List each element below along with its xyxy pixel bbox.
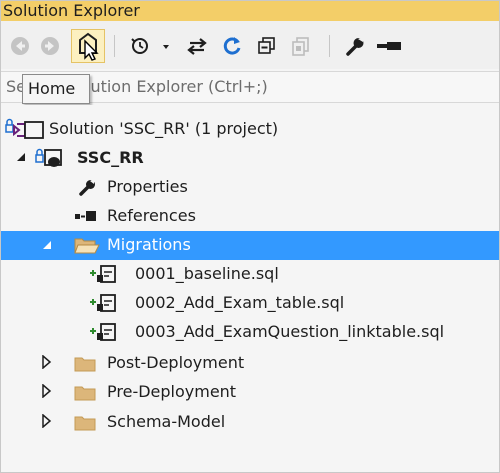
collapsed-arrow-icon[interactable] [41,355,53,369]
collapsed-arrow-icon[interactable] [41,414,53,428]
forward-button[interactable] [37,33,63,59]
collapsed-arrow-icon[interactable] [41,384,53,398]
properties-button[interactable] [342,33,368,59]
show-all-files-icon [292,37,309,56]
tree-item-file[interactable]: 0002_Add_Exam_table.sql [1,289,499,318]
open-folder-icon [74,238,100,254]
tree-item-references[interactable]: References [1,202,499,231]
sql-file-added-icon [90,323,116,341]
tree-item-label: 0003_Add_ExamQuestion_linktable.sql [135,322,445,341]
folder-icon [74,416,96,431]
preview-selected-items-button[interactable] [374,33,404,59]
tree-item-label: Post-Deployment [107,353,245,372]
sql-file-added-icon [90,265,116,283]
folder-icon [74,357,96,372]
tree-item-label: Solution 'SSC_RR' (1 project) [49,119,279,138]
solution-icon [5,118,44,139]
tree-item-project[interactable]: SSC_RR [1,144,499,173]
panel-title-bar[interactable]: Solution Explorer [1,1,499,21]
toolbar-separator [329,35,330,57]
folder-icon [74,386,96,401]
tree-item-label: Schema-Model [107,412,226,431]
panel-title: Solution Explorer [3,1,140,20]
tree-item-label: References [107,206,196,225]
database-project-icon [35,148,62,167]
collapse-all-icon [258,37,275,54]
preview-icon [377,42,401,50]
tree-item-label: 0001_baseline.sql [135,264,279,283]
home-button[interactable] [71,29,105,63]
tree-item-label: Properties [107,177,188,196]
tree-item-label: 0002_Add_Exam_table.sql [135,293,345,312]
toolbar [1,21,499,69]
clock-filter-icon [131,38,169,54]
wrench-icon [79,179,95,196]
sync-with-document-icon [187,38,207,55]
collapse-all-button[interactable] [253,33,279,59]
solution-explorer-panel: Solution Explorer Search Solution Explor… [0,0,500,473]
tree-item-pre-deployment[interactable]: Pre-Deployment [1,378,499,407]
tree-item-label: Pre-Deployment [107,382,237,401]
tree-item-file[interactable]: 0001_baseline.sql [1,260,499,289]
tree-item-post-deployment[interactable]: Post-Deployment [1,349,499,378]
tree-item-schema-model[interactable]: Schema-Model [1,408,499,437]
tree-item-label: Migrations [107,235,191,254]
sql-file-added-icon [90,294,116,312]
home-tooltip: Home [22,74,90,104]
wrench-icon [346,37,364,56]
solution-tree: Solution 'SSC_RR' (1 project) SSC_RR Pro… [1,105,499,472]
tree-item-migrations[interactable]: Migrations [1,231,499,260]
home-icon [79,32,99,61]
expanded-arrow-icon[interactable] [41,239,53,251]
back-arrow-icon [11,37,29,55]
back-button[interactable] [7,33,33,59]
refresh-button[interactable] [219,33,245,59]
refresh-icon [223,37,241,55]
expanded-arrow-icon[interactable] [15,151,27,163]
tooltip-text: Home [28,79,76,98]
tree-item-properties[interactable]: Properties [1,173,499,202]
tree-item-label: SSC_RR [77,148,144,167]
sync-with-active-document-button[interactable] [184,33,210,59]
tree-item-file[interactable]: 0003_Add_ExamQuestion_linktable.sql [1,318,499,347]
forward-arrow-icon [41,37,59,55]
show-all-files-button[interactable] [287,33,313,59]
tree-item-solution[interactable]: Solution 'SSC_RR' (1 project) [1,115,499,144]
pending-changes-filter-button[interactable] [129,33,171,59]
references-icon [75,211,96,221]
toolbar-separator [114,35,115,57]
